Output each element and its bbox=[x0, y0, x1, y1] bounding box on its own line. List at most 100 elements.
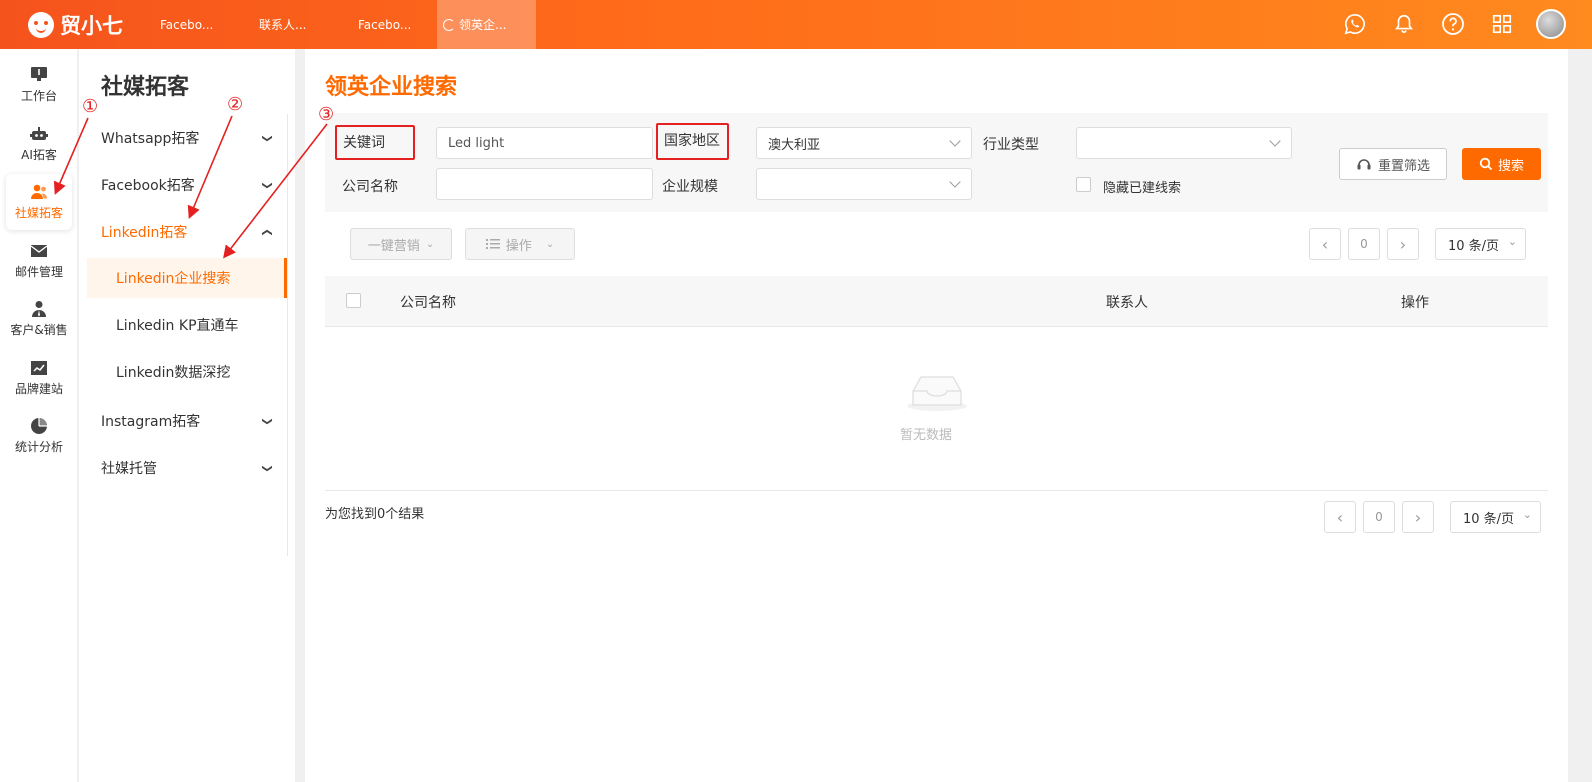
menu-whatsapp[interactable]: Whatsapp拓客 ❯ bbox=[101, 128, 273, 148]
keyword-label: 关键词 bbox=[335, 125, 415, 160]
menu-label: Instagram拓客 bbox=[101, 414, 201, 430]
industry-select[interactable] bbox=[1076, 127, 1292, 159]
country-label: 国家地区 bbox=[656, 123, 729, 160]
tab-contacts[interactable]: 联系人... bbox=[239, 0, 338, 49]
menu-facebook[interactable]: Facebook拓客 ❯ bbox=[101, 175, 273, 195]
reset-filter-button[interactable]: 重置筛选 bbox=[1339, 148, 1447, 180]
bottom-page-number[interactable]: 0 bbox=[1363, 501, 1395, 533]
top-actions bbox=[1340, 9, 1566, 39]
keyword-input[interactable]: Led light bbox=[436, 127, 653, 159]
main-content: 领英企业搜索 关键词 Led light 国家地区 澳大利亚 行业类型 公司名称… bbox=[305, 49, 1568, 782]
tab-linkedin-search[interactable]: 领英企... bbox=[437, 0, 536, 49]
menu-instagram[interactable]: Instagram拓客 ❯ bbox=[101, 411, 273, 431]
sidebar-divider bbox=[287, 114, 288, 556]
page-number[interactable]: 0 bbox=[1348, 228, 1380, 260]
rail-item-customer[interactable]: 客户&销售 bbox=[6, 291, 72, 347]
chart-line-icon bbox=[30, 359, 48, 377]
rail-item-workbench[interactable]: 工作台 bbox=[6, 57, 72, 113]
tab-label: Facebo... bbox=[358, 17, 412, 32]
tab-label: Facebo... bbox=[160, 17, 214, 32]
submenu-label: Linkedin企业搜索 bbox=[116, 271, 231, 287]
company-name-input[interactable] bbox=[436, 168, 653, 200]
search-button[interactable]: 搜索 bbox=[1462, 148, 1541, 180]
rail-item-social[interactable]: 社媒拓客 bbox=[6, 174, 72, 230]
submenu-linkedin-kp[interactable]: Linkedin KP直通车 bbox=[87, 305, 287, 345]
page-number-value: 0 bbox=[1375, 510, 1383, 524]
refresh-icon bbox=[443, 18, 455, 31]
chevron-up-icon: ❯ bbox=[261, 227, 273, 237]
apps-grid-icon[interactable] bbox=[1487, 9, 1517, 39]
prev-page-button[interactable]: ‹ bbox=[1309, 228, 1341, 260]
page-number-value: 0 bbox=[1360, 237, 1368, 251]
page-title: 领英企业搜索 bbox=[325, 75, 458, 100]
chevron-down-icon: ❯ bbox=[261, 463, 273, 473]
tab-strip: Facebo... 联系人... Facebo... 领英企... bbox=[140, 0, 536, 49]
pie-chart-icon bbox=[30, 417, 48, 435]
logo-text: 贸小七 bbox=[60, 14, 123, 38]
robot-icon bbox=[30, 125, 48, 143]
rail-item-ai[interactable]: AI拓客 bbox=[6, 116, 72, 172]
menu-label: Whatsapp拓客 bbox=[101, 131, 200, 147]
empty-text: 暂无数据 bbox=[900, 428, 953, 443]
col-company-name[interactable]: 公司名称 bbox=[400, 292, 456, 312]
one-click-marketing-button[interactable]: 一键营销 ⌄ bbox=[350, 228, 452, 260]
rail-label: 工作台 bbox=[20, 89, 57, 103]
scale-select[interactable] bbox=[756, 168, 972, 200]
chevron-down-icon bbox=[949, 135, 961, 147]
empty-inbox-icon bbox=[905, 371, 967, 417]
keyword-value: Led light bbox=[448, 135, 505, 151]
page-size-select[interactable]: 10 条/页 ⌄ bbox=[1435, 228, 1526, 260]
scale-label: 企业规模 bbox=[662, 179, 718, 195]
chevron-down-icon: ⌄ bbox=[425, 238, 435, 250]
filter-panel: 关键词 Led light 国家地区 澳大利亚 行业类型 公司名称 企业规模 隐… bbox=[325, 113, 1548, 212]
hide-leads-checkbox[interactable] bbox=[1076, 177, 1091, 192]
country-value: 澳大利亚 bbox=[768, 137, 821, 153]
rail-label: 品牌建站 bbox=[14, 382, 63, 396]
industry-label: 行业类型 bbox=[983, 137, 1039, 153]
chevron-down-icon: ⌄ bbox=[545, 238, 555, 250]
menu-social-hosting[interactable]: 社媒托管 ❯ bbox=[101, 458, 273, 478]
nav-rail: 工作台 AI拓客 社媒拓客 邮件管理 客户&销售 品牌建站 统计分析 bbox=[0, 49, 78, 782]
chevron-down-icon: ❯ bbox=[261, 133, 273, 143]
col-contact[interactable]: 联系人 bbox=[1106, 292, 1148, 312]
tab-facebook-2[interactable]: Facebo... bbox=[338, 0, 437, 49]
sidebar-title: 社媒拓客 bbox=[101, 75, 190, 100]
next-page-button[interactable]: › bbox=[1387, 228, 1419, 260]
menu-label: Linkedin拓客 bbox=[101, 225, 188, 241]
list-icon bbox=[485, 239, 500, 249]
rail-item-brand[interactable]: 品牌建站 bbox=[6, 350, 72, 406]
rail-label: 统计分析 bbox=[14, 440, 63, 454]
submenu-linkedin-company-search[interactable]: Linkedin企业搜索 bbox=[87, 258, 287, 298]
tab-label: 领英企... bbox=[459, 18, 507, 32]
app-logo[interactable]: 贸小七 bbox=[28, 10, 123, 40]
tab-facebook-1[interactable]: Facebo... bbox=[140, 0, 239, 49]
country-select[interactable]: 澳大利亚 bbox=[756, 127, 972, 159]
bottom-next-page-button[interactable]: › bbox=[1402, 501, 1434, 533]
rail-item-mail[interactable]: 邮件管理 bbox=[6, 233, 72, 289]
operations-button[interactable]: 操作 ⌄ bbox=[465, 228, 575, 260]
search-label: 搜索 bbox=[1497, 158, 1524, 174]
chevron-down-icon: ❯ bbox=[261, 416, 273, 426]
rail-label: AI拓客 bbox=[21, 148, 57, 162]
chevron-down-icon: ❯ bbox=[261, 180, 273, 190]
logo-icon bbox=[28, 12, 54, 38]
gutter bbox=[295, 49, 305, 782]
operations-label: 操作 bbox=[505, 238, 532, 254]
bell-icon[interactable] bbox=[1389, 9, 1419, 39]
whatsapp-icon[interactable] bbox=[1340, 9, 1370, 39]
tab-label: 联系人... bbox=[259, 18, 307, 32]
secondary-sidebar: 社媒拓客 Whatsapp拓客 ❯ Facebook拓客 ❯ Linkedin拓… bbox=[79, 49, 295, 782]
select-all-checkbox[interactable] bbox=[346, 293, 361, 308]
marketing-label: 一键营销 bbox=[367, 238, 420, 254]
chevron-down-icon: ⌄ bbox=[1507, 235, 1517, 248]
avatar[interactable] bbox=[1536, 9, 1566, 39]
help-icon[interactable] bbox=[1438, 9, 1468, 39]
rail-item-stats[interactable]: 统计分析 bbox=[6, 408, 72, 464]
bottom-page-size-select[interactable]: 10 条/页 ⌄ bbox=[1450, 501, 1541, 533]
bottom-prev-page-button[interactable]: ‹ bbox=[1324, 501, 1356, 533]
page-size-value: 10 条/页 bbox=[1448, 238, 1500, 254]
menu-linkedin[interactable]: Linkedin拓客 ❯ bbox=[101, 222, 273, 242]
submenu-linkedin-deep-mining[interactable]: Linkedin数据深挖 bbox=[87, 352, 287, 392]
desk-icon bbox=[30, 66, 48, 84]
chevron-down-icon: ⌄ bbox=[1522, 508, 1532, 521]
